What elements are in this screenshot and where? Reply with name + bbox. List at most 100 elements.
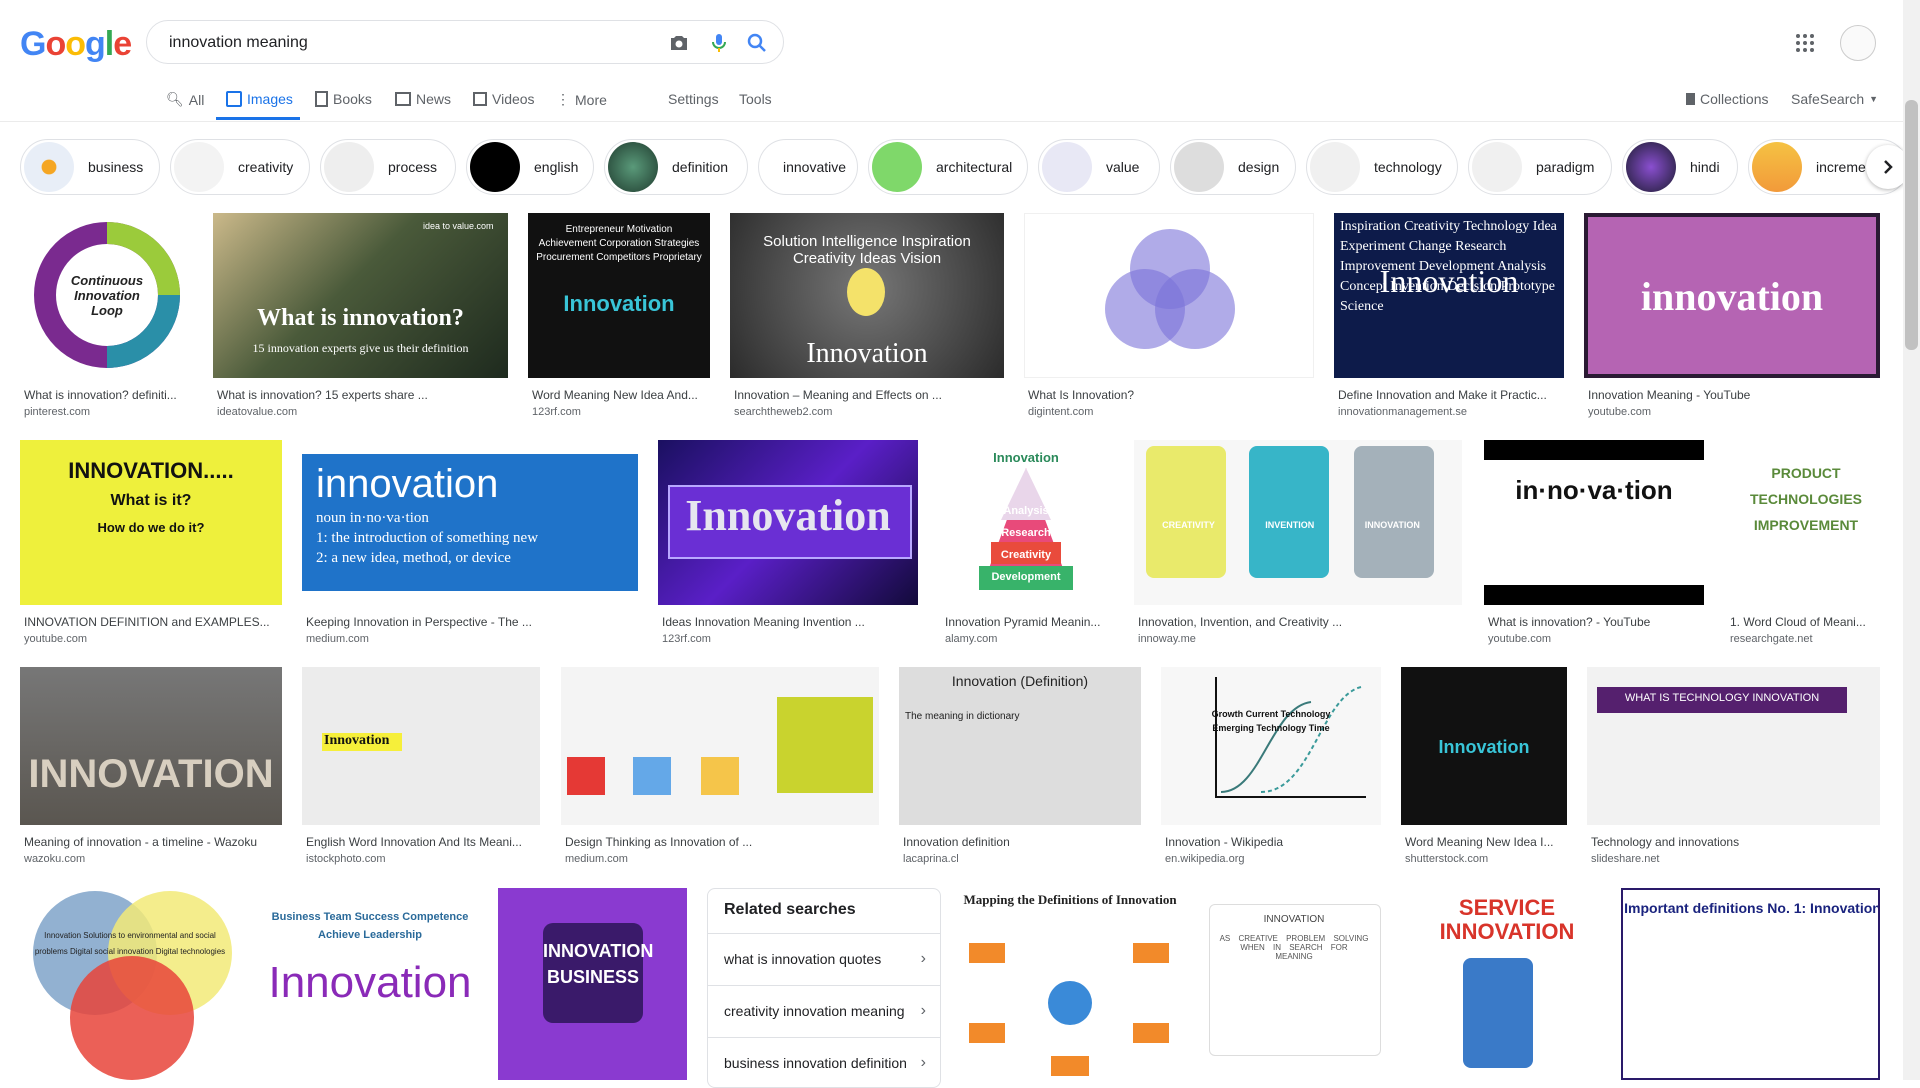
result-title[interactable]: Keeping Innovation in Perspective - The … — [306, 615, 638, 629]
tab-news[interactable]: News — [395, 91, 451, 107]
tab-images[interactable]: Images — [226, 91, 293, 107]
image-result[interactable]: Solution Intelligence Inspiration Creati… — [730, 213, 1004, 418]
image-result[interactable]: Entrepreneur Motivation Achievement Corp… — [528, 213, 710, 418]
lightbulb-icon — [847, 268, 885, 316]
result-title[interactable]: What Is Innovation? — [1028, 388, 1314, 402]
result-title[interactable]: Word Meaning New Idea I... — [1405, 835, 1567, 849]
image-result[interactable]: SERVICE INNOVATION — [1413, 888, 1601, 1080]
result-domain: medium.com — [306, 633, 369, 645]
image-result[interactable]: INNOVATION Meaning of innovation - a tim… — [20, 667, 282, 867]
tab-more[interactable]: ⋮ More — [556, 91, 607, 108]
result-title[interactable]: What is innovation? 15 experts share ... — [217, 388, 507, 402]
result-image: Mapping the Definitions of Innovation — [961, 888, 1179, 1080]
result-title[interactable]: Innovation, Invention, and Creativity ..… — [1138, 615, 1462, 629]
result-title[interactable]: Technology and innovations — [1591, 835, 1880, 849]
tab-all[interactable]: 🔍︎ All — [166, 91, 204, 108]
chip-definition[interactable]: definition — [604, 139, 748, 195]
image-result[interactable]: Business Team Success Competence Achieve… — [262, 888, 478, 1080]
image-result[interactable]: INNOVATION BUSINESS — [498, 888, 687, 1080]
image-result[interactable]: Innovation (Definition) The meaning in d… — [899, 667, 1141, 867]
image-result[interactable]: innovation Innovation Meaning - YouTube … — [1584, 213, 1880, 418]
chip-english[interactable]: english — [466, 139, 594, 195]
result-title[interactable]: Innovation Pyramid Meanin... — [945, 615, 1111, 629]
settings-link[interactable]: Settings — [668, 91, 719, 107]
chip-hindi[interactable]: hindi — [1622, 139, 1738, 195]
camera-icon[interactable] — [667, 31, 691, 55]
related-search-item[interactable]: business innovation definition › — [708, 1037, 940, 1087]
image-subcaption: 2: a new idea, method, or device — [316, 550, 511, 566]
result-title[interactable]: What is innovation? - YouTube — [1488, 615, 1704, 629]
result-image: PRODUCT TECHNOLOGIES IMPROVEMENT — [1726, 440, 1880, 605]
chip-creativity[interactable]: creativity — [170, 139, 310, 195]
search-icon[interactable] — [745, 31, 769, 55]
image-result[interactable]: What is innovation? 15 innovation expert… — [213, 213, 508, 418]
result-title[interactable]: What is innovation? definiti... — [24, 388, 194, 402]
chip-business[interactable]: business — [20, 139, 160, 195]
apps-grid-icon[interactable] — [1795, 33, 1815, 53]
chip-design[interactable]: design — [1170, 139, 1296, 195]
image-result[interactable]: INNOVATION..... What is it? How do we do… — [20, 440, 282, 645]
chip-technology[interactable]: technology — [1306, 139, 1458, 195]
image-result[interactable]: PRODUCT TECHNOLOGIES IMPROVEMENT 1. Word… — [1726, 440, 1880, 645]
result-title[interactable]: INNOVATION DEFINITION and EXAMPLES... — [24, 615, 282, 629]
google-logo[interactable]: Google — [20, 25, 132, 64]
image-result[interactable]: Important definitions No. 1: Innovation — [1621, 888, 1880, 1080]
scrollbar-thumb[interactable] — [1905, 100, 1918, 350]
image-result[interactable]: Innovation Solutions to environmental an… — [20, 888, 242, 1080]
tools-link[interactable]: Tools — [739, 91, 772, 107]
image-result[interactable]: Innovation English Word Innovation And I… — [302, 667, 540, 867]
tab-books[interactable]: Books — [315, 91, 372, 107]
chip-value[interactable]: value — [1038, 139, 1160, 195]
tile — [777, 697, 873, 793]
result-title[interactable]: Ideas Innovation Meaning Invention ... — [662, 615, 918, 629]
result-title[interactable]: English Word Innovation And Its Meani... — [306, 835, 540, 849]
safesearch-dropdown[interactable]: SafeSearch ▼ — [1791, 91, 1878, 107]
result-title[interactable]: Define Innovation and Make it Practic... — [1338, 388, 1564, 402]
image-icon — [226, 91, 242, 107]
result-title[interactable]: Innovation – Meaning and Effects on ... — [734, 388, 1004, 402]
image-result[interactable]: in·no·va·tion What is innovation? - YouT… — [1484, 440, 1704, 645]
result-domain: youtube.com — [1488, 633, 1551, 645]
result-title[interactable]: Innovation definition — [903, 835, 1141, 849]
chip-architectural[interactable]: architectural — [868, 139, 1028, 195]
related-search-item[interactable]: creativity innovation meaning › — [708, 985, 940, 1037]
result-domain: lacaprina.cl — [903, 853, 959, 865]
result-title[interactable]: Word Meaning New Idea And... — [532, 388, 710, 402]
chip-innovative[interactable]: innovative — [758, 139, 858, 195]
avatar[interactable] — [1840, 25, 1876, 61]
result-title[interactable]: 1. Word Cloud of Meani... — [1730, 615, 1880, 629]
image-result[interactable]: Continuous Innovation Loop What is innov… — [20, 213, 194, 418]
tab-videos[interactable]: Videos — [473, 91, 535, 107]
image-result[interactable]: Mapping the Definitions of Innovation — [961, 888, 1179, 1080]
bookmark-icon — [1686, 93, 1695, 105]
result-title[interactable]: Design Thinking as Innovation of ... — [565, 835, 879, 849]
chip-label: value — [1106, 159, 1140, 175]
search-box[interactable] — [146, 20, 784, 64]
result-image: INNOVATION AS CREATIVE PROBLEM SOLVING W… — [1199, 888, 1393, 1080]
chip-process[interactable]: process — [320, 139, 456, 195]
related-search-item[interactable]: what is innovation quotes › — [708, 933, 940, 985]
result-title[interactable]: Innovation - Wikipedia — [1165, 835, 1381, 849]
image-result[interactable]: INNOVATION AS CREATIVE PROBLEM SOLVING W… — [1199, 888, 1393, 1080]
image-result[interactable]: Innovation Analysis Research Creativity … — [941, 440, 1111, 645]
image-result[interactable]: Innovation Word Meaning New Idea I... sh… — [1401, 667, 1567, 867]
image-result[interactable]: What Is Innovation? digintent.com — [1024, 213, 1314, 418]
image-result[interactable]: Inspiration Creativity Technology Idea E… — [1334, 213, 1564, 418]
search-input[interactable] — [167, 31, 611, 55]
microphone-icon[interactable] — [707, 31, 731, 55]
image-result[interactable]: CREATIVITY INVENTION INNOVATION Innovati… — [1134, 440, 1462, 645]
result-image: Solution Intelligence Inspiration Creati… — [730, 213, 1004, 378]
phone-graphic — [1463, 958, 1533, 1068]
image-result[interactable]: Design Thinking as Innovation of ... med… — [561, 667, 879, 867]
image-result[interactable]: Innovation Ideas Innovation Meaning Inve… — [658, 440, 918, 645]
chip-thumbnail — [470, 142, 520, 192]
chip-paradigm[interactable]: paradigm — [1468, 139, 1612, 195]
image-result[interactable]: innovation noun in·no·va·tion 1: the int… — [302, 440, 638, 645]
image-result[interactable]: WHAT IS TECHNOLOGY INNOVATION Technology… — [1587, 667, 1880, 867]
result-title[interactable]: Innovation Meaning - YouTube — [1588, 388, 1880, 402]
result-title[interactable]: Meaning of innovation - a timeline - Waz… — [24, 835, 282, 849]
collections-link[interactable]: Collections — [1686, 91, 1768, 107]
tab-label: Videos — [492, 91, 535, 107]
image-result[interactable]: Growth Current Technology Emerging Techn… — [1161, 667, 1381, 867]
result-domain: alamy.com — [945, 633, 998, 645]
